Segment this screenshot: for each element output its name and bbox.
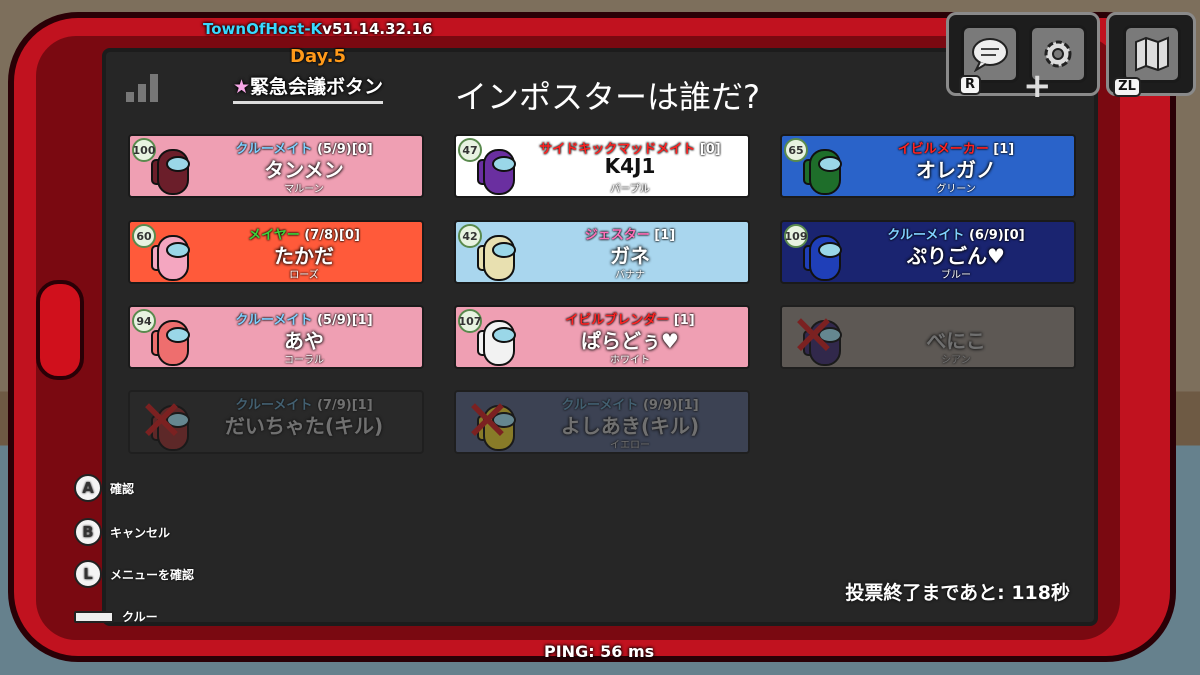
color-name: シアン [941, 355, 971, 366]
role-name: クルーメイト [235, 398, 313, 413]
player-card-0[interactable]: 100 クルーメイト (5/9)[0] タンメン マルーン [128, 134, 424, 198]
player-name: ガネ [610, 244, 650, 268]
a-button-icon: A [74, 474, 102, 502]
color-name: パープル [610, 184, 650, 195]
level-badge: 42 [458, 224, 482, 248]
chat-key-hint: R [959, 75, 981, 95]
side-button[interactable] [36, 280, 84, 380]
player-card-2[interactable]: 65 イビルメーカー [1] オレガノ グリーン [780, 134, 1076, 198]
mod-version: v51.14.32.16 [322, 20, 433, 38]
legend-label: クルー [122, 610, 158, 624]
player-card-6[interactable]: 94 クルーメイト (5/9)[1] あや コーラル [128, 305, 424, 369]
color-name: バナナ [615, 270, 645, 281]
minus-button-icon [74, 610, 114, 623]
dead-x-icon: ✕ [138, 390, 185, 454]
color-name: ローズ [289, 270, 319, 281]
legend-confirm: A 確認 [74, 474, 134, 502]
legend-menu: L メニューを確認 [74, 560, 194, 588]
player-card-8: ✕ べにこ シアン [780, 305, 1076, 369]
day-counter: Day.5 [290, 46, 346, 67]
map-button[interactable] [1123, 25, 1181, 83]
player-name: ぱらどぅ♥ [581, 329, 679, 353]
color-name: イエロー [610, 440, 650, 451]
level-badge: 109 [784, 224, 808, 248]
signal-icon [126, 74, 158, 102]
player-card-10: ✕ クルーメイト (9/9)[1] よしあき(キル) イエロー [454, 390, 750, 454]
level-badge: 65 [784, 138, 808, 162]
level-badge: 94 [132, 309, 156, 333]
role-label: クルーメイト (9/9)[1] [516, 394, 744, 413]
player-name: K4J1 [604, 154, 656, 178]
player-card-5[interactable]: 109 クルーメイト (6/9)[0] ぷりごん♥ ブルー [780, 220, 1076, 284]
level-badge: 107 [458, 309, 482, 333]
player-name: だいちゃた(キル) [224, 414, 384, 438]
color-name: コーラル [284, 355, 324, 366]
vote-timer: 投票終了まであと: 118秒 [845, 582, 1070, 604]
l-button-icon: L [74, 560, 102, 588]
color-name: マルーン [284, 184, 324, 195]
meeting-type-label: ★緊急会議ボタン [233, 72, 384, 104]
player-name: あや [284, 329, 324, 353]
level-badge: 100 [132, 138, 156, 162]
map-icon [1135, 36, 1169, 72]
map-panel: ZL [1106, 12, 1196, 97]
role-name: クルーメイト [561, 398, 639, 413]
page-title: インポスターは誰だ? [455, 78, 760, 116]
player-card-3[interactable]: 60 メイヤー (7/8)[0] たかだ ローズ [128, 220, 424, 284]
mod-name: TownOfHost-K [203, 20, 323, 38]
task-count: (9/9) [642, 398, 678, 413]
legend-crew: クルー [74, 608, 158, 625]
plus-icon: + [1023, 66, 1052, 106]
color-name: グリーン [936, 184, 976, 195]
player-name: たかだ [274, 244, 334, 268]
star-icon: ★ [233, 76, 251, 98]
player-card-9: ✕ クルーメイト (7/9)[1] だいちゃた(キル) [128, 390, 424, 454]
map-key-hint: ZL [1113, 77, 1141, 97]
color-name: ブルー [941, 270, 971, 281]
dead-x-icon: ✕ [790, 305, 837, 369]
ping-label: PING: 56 ms [544, 642, 655, 661]
player-name: タンメン [264, 158, 344, 182]
meeting-text: 緊急会議ボタン [250, 76, 384, 98]
task-count: (7/9) [316, 398, 352, 413]
dead-x-icon: ✕ [464, 390, 511, 454]
legend-label: メニューを確認 [110, 567, 195, 582]
player-card-4[interactable]: 42 ジェスター [1] ガネ バナナ [454, 220, 750, 284]
player-name: オレガノ [916, 158, 996, 182]
chat-icon [972, 38, 1008, 72]
b-button-icon: B [74, 518, 102, 546]
player-name: ぷりごん♥ [907, 244, 1005, 268]
legend-label: 確認 [110, 481, 135, 496]
chat-settings-panel: R + [946, 12, 1100, 103]
level-badge: 60 [132, 224, 156, 248]
legend-label: キャンセル [110, 525, 171, 540]
player-name: よしあき(キル) [560, 414, 700, 438]
role-label: クルーメイト (7/9)[1] [190, 394, 418, 413]
player-name: べにこ [926, 329, 986, 353]
level-badge: 47 [458, 138, 482, 162]
player-card-7[interactable]: 107 イビルブレンダー [1] ぱらどぅ♥ ホワイト [454, 305, 750, 369]
vote-count: [1] [677, 398, 699, 413]
color-name: ホワイト [610, 355, 650, 366]
legend-cancel: B キャンセル [74, 518, 170, 546]
vote-count: [1] [351, 398, 373, 413]
version-label: TownOfHost-Kv51.14.32.16 [203, 20, 433, 38]
player-card-1[interactable]: 47 サイドキックマッドメイト [0] K4J1 パープル [454, 134, 750, 198]
